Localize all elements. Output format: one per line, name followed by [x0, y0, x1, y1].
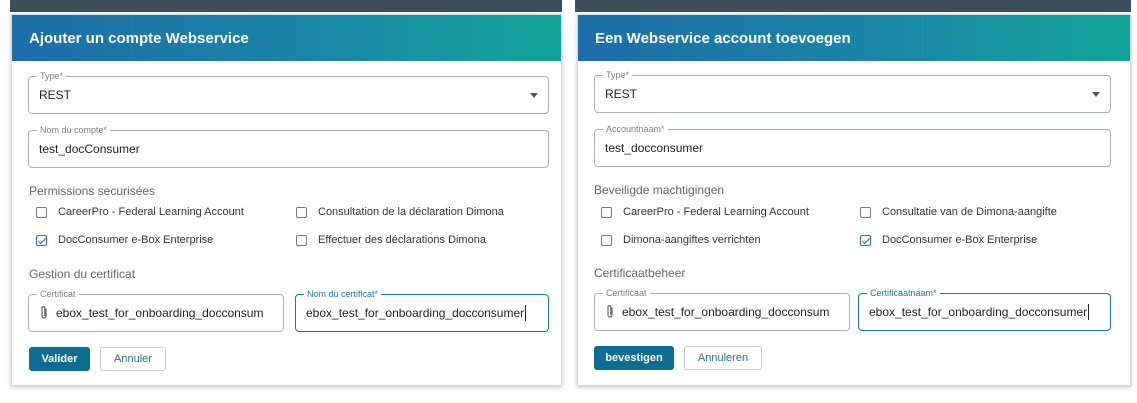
account-name-field[interactable]: Accountnaam* test_docconsumer	[594, 123, 1111, 167]
permission-label: Dimona-aangiftes verrichten	[623, 234, 761, 246]
permission-label: Consultation de la déclaration Dimona	[318, 206, 504, 218]
permission-consultation-dimona[interactable]: Consultation de la déclaration Dimona	[296, 206, 504, 218]
type-value: REST	[605, 87, 638, 101]
permission-careerpro[interactable]: CareerPro - Federal Learning Account	[36, 206, 244, 218]
check-icon[interactable]	[36, 234, 47, 246]
certificate-name-field[interactable]: Nom du certificat* ebox_test_for_onboard…	[295, 288, 549, 332]
permission-dimona-verrichten[interactable]: Dimona-aangiftes verrichten	[601, 234, 761, 246]
certificate-title: Certificaatbeheer	[594, 266, 686, 280]
permission-label: DocConsumer e-Box Enterprise	[882, 234, 1038, 246]
background-header-right	[575, 0, 1131, 12]
account-name-field[interactable]: Nom du compte* test_docConsumer	[28, 124, 549, 168]
chevron-down-icon[interactable]	[1092, 92, 1100, 97]
certificate-name-value: ebox_test_for_onboarding_docconsumer	[306, 295, 538, 331]
cancel-button[interactable]: Annuleren	[684, 346, 762, 370]
certificate-file-value: ebox_test_for_onboarding_docconsum	[56, 306, 264, 320]
checkbox[interactable]	[296, 206, 307, 218]
certificate-file-value: ebox_test_for_onboarding_docconsum	[622, 305, 830, 319]
checkbox[interactable]	[601, 234, 612, 246]
permission-label: Effectuer des déclarations Dimona	[318, 234, 486, 246]
background-header-left	[10, 0, 562, 12]
type-select[interactable]: Type* REST	[594, 69, 1111, 113]
type-select[interactable]: Type* REST	[28, 70, 549, 114]
permission-careerpro[interactable]: CareerPro - Federal Learning Account	[601, 206, 809, 218]
dialog-title: Een Webservice account toevoegen	[578, 15, 1130, 61]
certificate-title: Gestion du certificat	[29, 267, 136, 281]
certificate-name-text: ebox_test_for_onboarding_docconsumer	[306, 306, 525, 320]
paperclip-icon[interactable]	[39, 305, 49, 321]
certificate-name-value: ebox_test_for_onboarding_docconsumer	[869, 294, 1100, 330]
permission-docconsumer[interactable]: DocConsumer e-Box Enterprise	[36, 234, 213, 246]
permission-docconsumer[interactable]: DocConsumer e-Box Enterprise	[860, 234, 1037, 246]
text-cursor	[1088, 304, 1090, 320]
permission-label: CareerPro - Federal Learning Account	[58, 206, 244, 218]
certificate-file-field[interactable]: Certificat ebox_test_for_onboarding_docc…	[28, 288, 284, 332]
permission-effectuer-dimona[interactable]: Effectuer des déclarations Dimona	[296, 234, 486, 246]
text-cursor	[525, 305, 527, 321]
permission-consultatie-dimona[interactable]: Consultatie van de Dimona-aangifte	[860, 206, 1057, 218]
permissions-title: Permissions securisées	[29, 184, 156, 198]
account-name-value: test_docConsumer	[39, 142, 140, 156]
permission-label: Consultatie van de Dimona-aangifte	[882, 206, 1057, 218]
confirm-button[interactable]: Valider	[29, 347, 90, 371]
permissions-title: Beveiligde machtigingen	[594, 183, 725, 197]
checkbox[interactable]	[36, 206, 47, 218]
paperclip-icon[interactable]	[605, 304, 615, 320]
dialog-title: Ajouter un compte Webservice	[12, 15, 561, 61]
checkbox[interactable]	[860, 206, 871, 218]
certificate-name-field[interactable]: Certificaatnaam* ebox_test_for_onboardin…	[858, 287, 1111, 331]
add-webservice-dialog-fr: Ajouter un compte Webservice Type* REST …	[11, 14, 562, 386]
certificate-file-field[interactable]: Certificaat ebox_test_for_onboarding_doc…	[594, 287, 850, 331]
checkbox[interactable]	[296, 234, 307, 246]
checkbox[interactable]	[601, 206, 612, 218]
type-value: REST	[39, 88, 72, 102]
cancel-button[interactable]: Annuler	[100, 347, 166, 371]
permission-label: DocConsumer e-Box Enterprise	[58, 234, 214, 246]
account-name-value: test_docconsumer	[605, 141, 704, 155]
chevron-down-icon[interactable]	[530, 93, 538, 98]
confirm-button[interactable]: bevestigen	[594, 346, 674, 370]
permission-label: CareerPro - Federal Learning Account	[623, 206, 809, 218]
check-icon[interactable]	[860, 234, 871, 246]
add-webservice-dialog-nl: Een Webservice account toevoegen Type* R…	[577, 14, 1131, 386]
certificate-name-text: ebox_test_for_onboarding_docconsumer	[869, 305, 1088, 319]
